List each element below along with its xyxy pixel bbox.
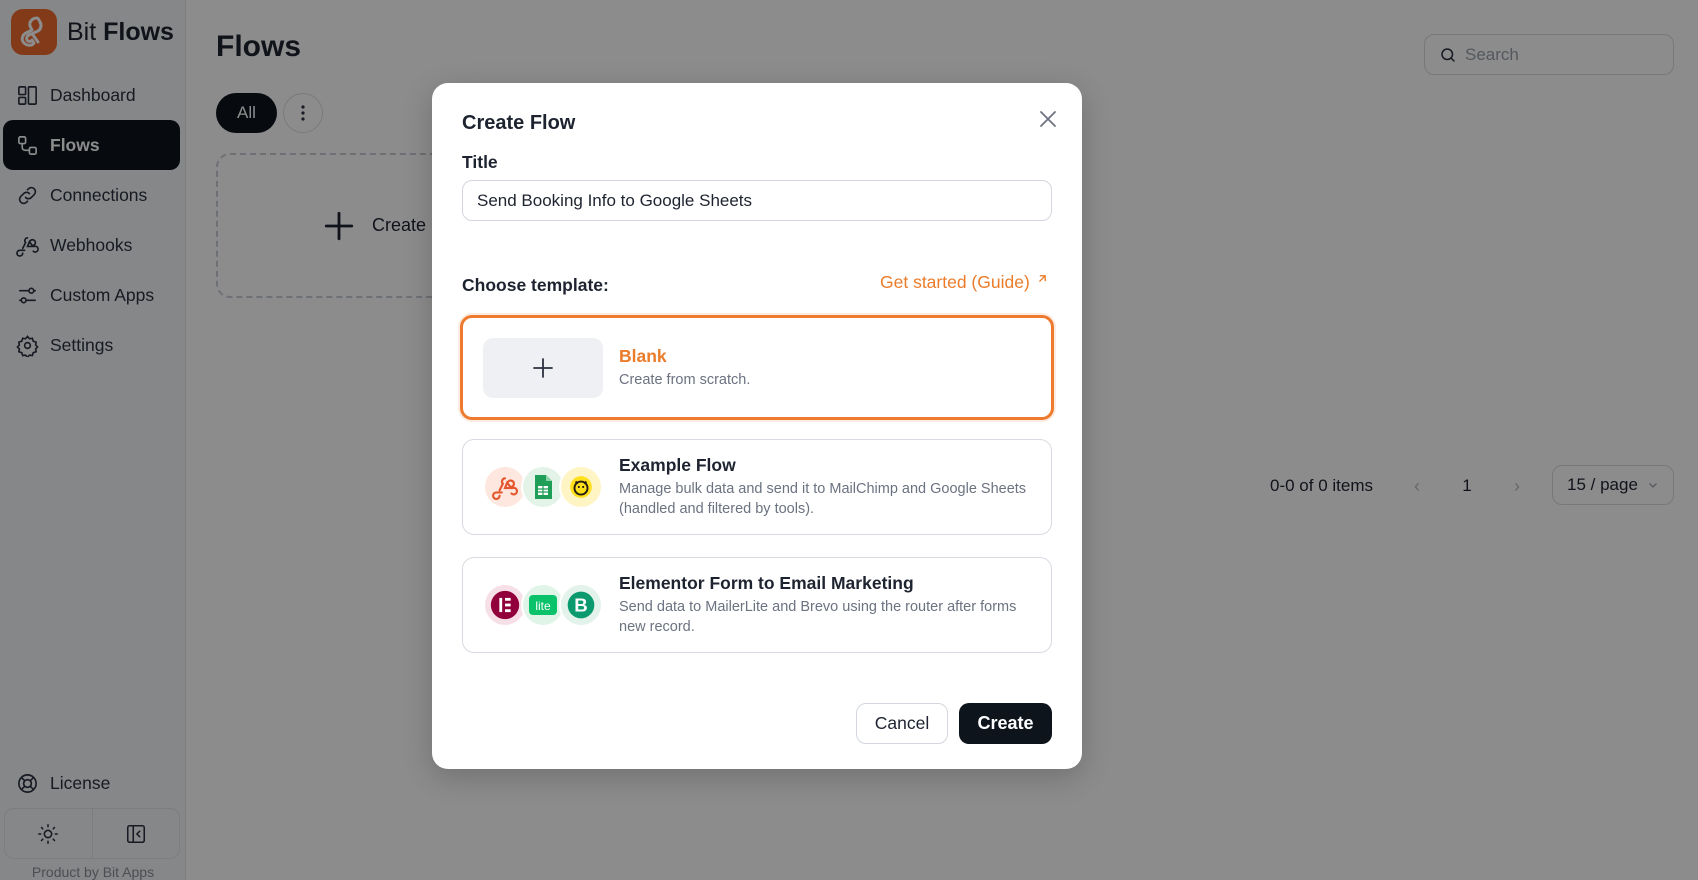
template-name: Blank xyxy=(619,345,667,366)
title-input[interactable] xyxy=(462,180,1052,221)
template-elementor-email[interactable]: lite B Elementor Form to Email Marketing… xyxy=(462,557,1052,653)
template-blank[interactable]: Blank Create from scratch. xyxy=(460,315,1054,420)
close-button[interactable] xyxy=(1036,107,1060,131)
guide-link[interactable]: Get started (Guide) xyxy=(880,272,1049,293)
template-desc: Create from scratch. xyxy=(619,371,751,388)
template-example-icons xyxy=(483,457,603,517)
template-desc: Manage bulk data and send it to MailChim… xyxy=(619,481,1027,517)
template-desc: Send data to MailerLite and Brevo using … xyxy=(619,599,1017,635)
close-icon xyxy=(1040,111,1056,127)
guide-link-label: Get started (Guide) xyxy=(880,272,1030,292)
create-flow-modal: Create Flow Title Choose template: Get s… xyxy=(432,83,1082,769)
cancel-button[interactable]: Cancel xyxy=(856,703,948,744)
modal-title: Create Flow xyxy=(462,112,576,134)
template-name: Example Flow xyxy=(619,455,736,475)
template-name: Elementor Form to Email Marketing xyxy=(619,573,914,593)
svg-text:lite: lite xyxy=(535,599,551,613)
template-blank-thumb xyxy=(483,337,603,398)
mailchimp-icon xyxy=(559,465,603,509)
external-link-icon xyxy=(1038,275,1046,282)
create-button[interactable]: Create xyxy=(959,703,1052,744)
plus-icon xyxy=(533,357,553,378)
template-example-flow[interactable]: Example Flow Manage bulk data and send i… xyxy=(462,439,1052,535)
svg-text:B: B xyxy=(574,595,587,616)
template-elementor-icons: lite B xyxy=(483,575,603,635)
title-label: Title xyxy=(462,152,498,172)
brevo-icon: B xyxy=(559,583,603,627)
choose-template-label: Choose template: xyxy=(462,275,609,295)
